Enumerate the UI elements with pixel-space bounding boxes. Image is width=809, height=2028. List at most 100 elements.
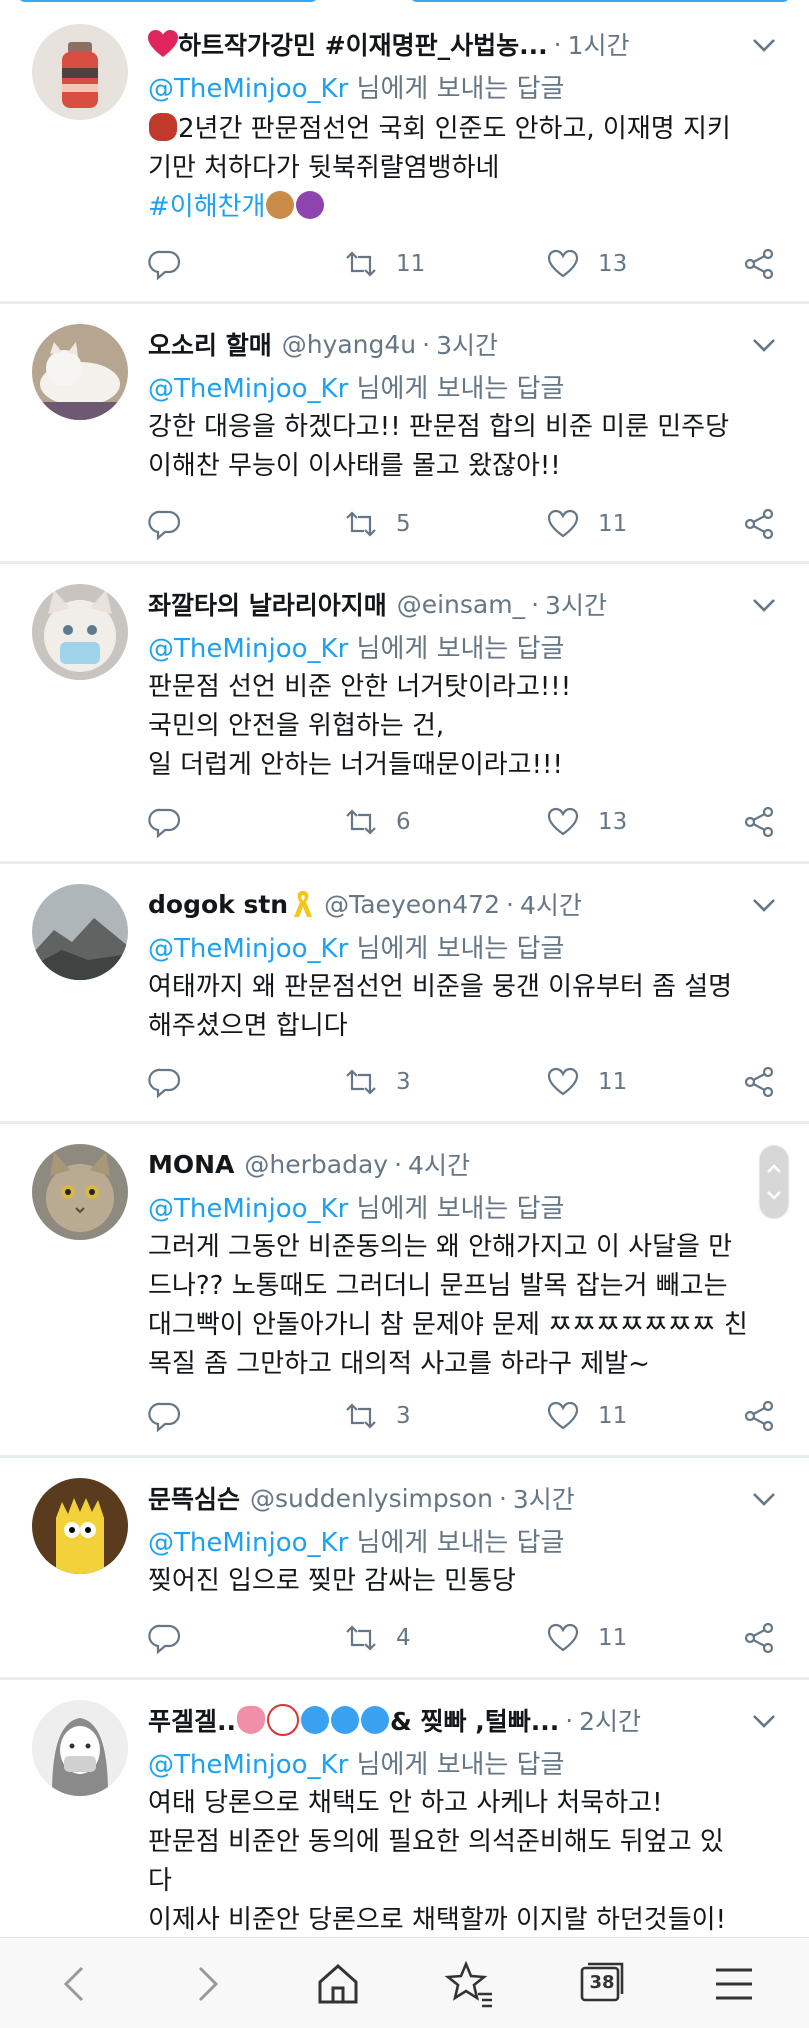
avatar[interactable] xyxy=(32,1700,128,1796)
timestamp[interactable]: 4시간 xyxy=(408,1146,470,1182)
tweet[interactable]: dogok stn @Taeyeon472 · 4시간 @TheMinjoo_K… xyxy=(0,864,809,1124)
reply-button[interactable] xyxy=(148,244,182,284)
reply-button[interactable] xyxy=(148,1062,182,1102)
home-icon xyxy=(318,1963,358,2004)
display-name[interactable]: 문뜩심슨 xyxy=(148,1480,240,1516)
user-handle[interactable]: @suddenlysimpson xyxy=(250,1484,493,1513)
timestamp[interactable]: 1시간 xyxy=(568,26,630,62)
retweet-count: 5 xyxy=(396,511,411,537)
tweet[interactable]: MONA @herbaday · 4시간 @TheMinjoo_Kr 님에게 보… xyxy=(0,1124,809,1458)
tweet[interactable]: 문뜩심슨 @suddenlysimpson · 3시간 @TheMinjoo_K… xyxy=(0,1458,809,1680)
retweet-button[interactable]: 3 xyxy=(344,1396,411,1436)
reply-button[interactable] xyxy=(148,802,182,842)
like-button[interactable]: 11 xyxy=(546,1618,627,1658)
reply-mention-link[interactable]: @TheMinjoo_Kr xyxy=(148,74,348,104)
avatar[interactable] xyxy=(32,884,128,980)
timestamp[interactable]: 2시간 xyxy=(579,1702,641,1738)
retweet-button[interactable]: 3 xyxy=(344,1062,411,1102)
forward-button[interactable] xyxy=(180,1958,232,2010)
reply-context: @TheMinjoo_Kr 님에게 보내는 답글 xyxy=(148,368,564,405)
reply-mention-link[interactable]: @TheMinjoo_Kr xyxy=(148,1750,348,1780)
retweet-button[interactable]: 6 xyxy=(344,802,411,842)
like-button[interactable]: 13 xyxy=(546,244,627,284)
home-button[interactable] xyxy=(312,1958,364,2010)
display-name[interactable]: 좌깔타의 날라리아지매 xyxy=(148,586,387,622)
display-name[interactable]: dogok stn xyxy=(148,890,288,919)
reply-mention-link[interactable]: @TheMinjoo_Kr xyxy=(148,374,348,404)
timestamp[interactable]: 3시간 xyxy=(436,326,498,362)
tweet[interactable]: 좌깔타의 날라리아지매 @einsam_ · 3시간 @TheMinjoo_Kr… xyxy=(0,564,809,864)
share-button[interactable] xyxy=(742,244,776,284)
reply-mention-link[interactable]: @TheMinjoo_Kr xyxy=(148,634,348,664)
share-button[interactable] xyxy=(742,802,776,842)
back-button[interactable] xyxy=(50,1958,102,2010)
bookmarks-button[interactable] xyxy=(444,1958,496,2010)
share-icon xyxy=(744,248,774,280)
like-button[interactable]: 13 xyxy=(546,802,627,842)
reply-mention-link[interactable]: @TheMinjoo_Kr xyxy=(148,1194,348,1224)
retweet-button[interactable]: 5 xyxy=(344,504,411,544)
reply-icon xyxy=(148,1402,181,1433)
hashtag-link[interactable]: #이해찬개 xyxy=(148,192,265,222)
user-handle[interactable]: @Taeyeon472 xyxy=(324,890,500,919)
like-button[interactable]: 11 xyxy=(546,1062,627,1102)
reply-mention-link[interactable]: @TheMinjoo_Kr xyxy=(148,1528,348,1558)
avatar[interactable] xyxy=(32,1144,128,1240)
hamburger-menu-icon xyxy=(716,1968,752,2000)
tweet[interactable]: 오소리 할매 @hyang4u · 3시간 @TheMinjoo_Kr 님에게 … xyxy=(0,304,809,564)
action-bar: 3 11 xyxy=(148,1396,788,1436)
retweet-button[interactable]: 11 xyxy=(344,244,425,284)
avatar[interactable] xyxy=(32,1478,128,1574)
display-name-part-2[interactable]: & 찢빠 ,털빠... xyxy=(390,1702,559,1738)
reply-icon xyxy=(148,1624,181,1655)
like-button[interactable]: 11 xyxy=(546,1396,627,1436)
heart-icon xyxy=(547,1067,579,1096)
action-bar: 4 11 xyxy=(148,1618,788,1658)
timestamp[interactable]: 3시간 xyxy=(513,1480,575,1516)
timestamp[interactable]: 3시간 xyxy=(545,586,607,622)
display-name[interactable]: MONA xyxy=(148,1150,234,1179)
chevron-down-icon[interactable] xyxy=(751,892,777,918)
share-button[interactable] xyxy=(742,1618,776,1658)
baseball-icon xyxy=(267,1704,299,1736)
retweet-button[interactable]: 4 xyxy=(344,1618,411,1658)
reply-mention-link[interactable]: @TheMinjoo_Kr xyxy=(148,934,348,964)
browser-bottom-navigation: 38 xyxy=(0,1937,809,2028)
user-handle[interactable]: @hyang4u xyxy=(282,330,416,359)
avatar[interactable] xyxy=(32,24,128,120)
chevron-left-icon xyxy=(63,1966,84,2002)
tweet-text: 2년간 판문점선언 국회 인준도 안하고, 이재명 지키 기만 처하다가 뒷북쥐… xyxy=(148,113,731,222)
tweet-header: 문뜩심슨 @suddenlysimpson · 3시간 xyxy=(148,1478,789,1518)
tweet-text: 판문점 선언 비준 안한 너거탓이라고!!! 국민의 안전을 위협하는 건, 일… xyxy=(148,672,572,780)
reply-button[interactable] xyxy=(148,1618,182,1658)
tabs-button[interactable]: 38 xyxy=(576,1958,628,2010)
share-button[interactable] xyxy=(742,1396,776,1436)
timestamp[interactable]: 4시간 xyxy=(520,886,582,922)
menu-button[interactable] xyxy=(708,1958,760,2010)
chevron-down-icon[interactable] xyxy=(751,1486,777,1512)
share-icon xyxy=(744,1066,774,1098)
share-icon xyxy=(744,1400,774,1432)
display-name[interactable]: 오소리 할매 xyxy=(148,326,272,362)
reply-button[interactable] xyxy=(148,504,182,544)
share-button[interactable] xyxy=(742,1062,776,1102)
reply-button[interactable] xyxy=(148,1396,182,1436)
blue-heart-icon xyxy=(361,1706,389,1734)
avatar[interactable] xyxy=(32,584,128,680)
like-button[interactable]: 11 xyxy=(546,504,627,544)
display-name[interactable]: 하트작가강민 #이재명판_사법농... xyxy=(178,26,548,62)
tweet[interactable]: 하트작가강민 #이재명판_사법농... · 1시간 @TheMinjoo_Kr … xyxy=(0,0,809,304)
chevron-down-icon[interactable] xyxy=(751,592,777,618)
user-handle[interactable]: @einsam_ xyxy=(397,590,525,619)
scroll-handle[interactable] xyxy=(760,1146,788,1218)
chevron-right-icon xyxy=(198,1966,219,2002)
user-handle[interactable]: @herbaday xyxy=(244,1150,388,1179)
display-name-part-1[interactable]: 푸겔겔.. xyxy=(148,1702,236,1738)
heart-icon xyxy=(547,509,579,538)
chevron-down-icon[interactable] xyxy=(751,32,777,58)
share-button[interactable] xyxy=(742,504,776,544)
avatar[interactable] xyxy=(32,324,128,420)
chevron-down-icon[interactable] xyxy=(751,1708,777,1734)
share-icon xyxy=(744,1622,774,1654)
chevron-down-icon[interactable] xyxy=(751,332,777,358)
